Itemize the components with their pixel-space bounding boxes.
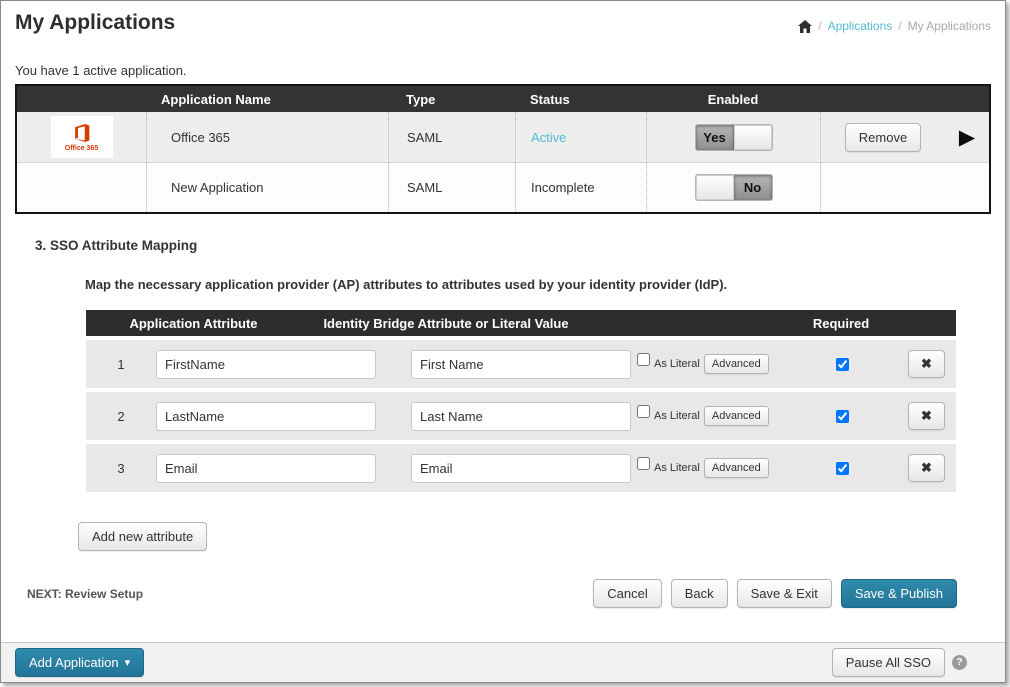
header-enabled: Enabled	[646, 86, 820, 112]
cancel-button[interactable]: Cancel	[593, 579, 661, 608]
add-application-label: Add Application	[29, 655, 119, 670]
header-type: Type	[388, 86, 515, 112]
enabled-toggle-no[interactable]: No	[695, 174, 773, 201]
office-365-logo-glyph	[71, 122, 93, 144]
help-icon[interactable]: ?	[952, 655, 967, 670]
home-icon[interactable]	[798, 20, 812, 33]
status-incomplete: Incomplete	[531, 180, 595, 195]
add-new-attribute-button[interactable]: Add new attribute	[78, 522, 207, 551]
identity-bridge-attribute-input[interactable]	[411, 402, 631, 431]
toggle-on-label: Yes	[696, 125, 734, 150]
office-365-caption: Office 365	[65, 145, 98, 152]
toggle-knob	[734, 125, 772, 150]
expand-row-icon[interactable]: ▶	[959, 127, 975, 148]
required-checkbox[interactable]	[836, 462, 849, 475]
add-application-button[interactable]: Add Application ▾	[15, 648, 144, 677]
attribute-row-1: 1 As Literal Advanced ✖	[86, 340, 956, 388]
sso-attribute-mapping-title: 3. SSO Attribute Mapping	[1, 214, 1005, 253]
identity-bridge-attribute-input[interactable]	[411, 454, 631, 483]
application-name: New Application	[146, 163, 388, 212]
delete-attribute-button[interactable]: ✖	[908, 454, 945, 482]
row-number: 1	[86, 357, 156, 372]
application-row-new-application: New Application SAML Incomplete No	[17, 162, 989, 212]
as-literal-checkbox[interactable]	[637, 457, 650, 470]
header-identity-bridge-attribute: Identity Bridge Attribute or Literal Val…	[301, 316, 591, 331]
page-header: My Applications / Applications / My Appl…	[1, 1, 1005, 35]
as-literal-label: As Literal	[654, 358, 700, 370]
as-literal-label: As Literal	[654, 410, 700, 422]
header-icon-spacer	[17, 86, 146, 112]
pause-all-sso-button[interactable]: Pause All SSO	[832, 648, 945, 677]
applications-table-header: Application Name Type Status Enabled	[17, 86, 989, 112]
application-attribute-input[interactable]	[156, 402, 376, 431]
applications-table: Application Name Type Status Enabled Off…	[15, 84, 991, 214]
attribute-row-3: 3 As Literal Advanced ✖	[86, 444, 956, 492]
as-literal-checkbox[interactable]	[637, 405, 650, 418]
toggle-off-label: No	[734, 175, 772, 200]
application-attribute-input[interactable]	[156, 350, 376, 379]
save-publish-button[interactable]: Save & Publish	[841, 579, 957, 608]
save-exit-button[interactable]: Save & Exit	[737, 579, 832, 608]
application-type: SAML	[388, 112, 515, 162]
row-number: 2	[86, 409, 156, 424]
active-application-summary: You have 1 active application.	[1, 35, 1005, 84]
breadcrumb-current: My Applications	[908, 19, 991, 33]
caret-down-icon: ▾	[125, 656, 131, 669]
application-type: SAML	[388, 163, 515, 212]
sso-attribute-mapping-description: Map the necessary application provider (…	[1, 253, 1005, 292]
as-literal-label: As Literal	[654, 462, 700, 474]
breadcrumb: / Applications / My Applications	[798, 19, 991, 33]
attribute-mapping-header: Application Attribute Identity Bridge At…	[86, 310, 956, 336]
header-required: Required	[741, 316, 941, 331]
delete-attribute-button[interactable]: ✖	[908, 350, 945, 378]
attribute-row-2: 2 As Literal Advanced ✖	[86, 392, 956, 440]
back-button[interactable]: Back	[671, 579, 728, 608]
remove-application-button[interactable]: Remove	[845, 123, 921, 152]
identity-bridge-attribute-input[interactable]	[411, 350, 631, 379]
row-number: 3	[86, 461, 156, 476]
bottom-bar: Add Application ▾ Pause All SSO ?	[1, 642, 1005, 682]
application-attribute-input[interactable]	[156, 454, 376, 483]
office-365-icon: Office 365	[51, 116, 113, 158]
advanced-button[interactable]: Advanced	[704, 354, 769, 374]
breadcrumb-separator: /	[818, 19, 821, 33]
delete-attribute-button[interactable]: ✖	[908, 402, 945, 430]
enabled-toggle-yes[interactable]: Yes	[695, 124, 773, 151]
my-applications-page: My Applications / Applications / My Appl…	[0, 0, 1006, 683]
breadcrumb-link-applications[interactable]: Applications	[828, 19, 893, 33]
header-status: Status	[515, 86, 646, 112]
header-application-name: Application Name	[146, 86, 388, 112]
as-literal-checkbox[interactable]	[637, 353, 650, 366]
toggle-knob	[696, 175, 734, 200]
attribute-mapping-table: Application Attribute Identity Bridge At…	[86, 310, 956, 492]
application-name: Office 365	[146, 112, 388, 162]
status-active: Active	[531, 130, 566, 145]
next-step-label: NEXT: Review Setup	[27, 587, 143, 601]
required-checkbox[interactable]	[836, 410, 849, 423]
breadcrumb-separator: /	[898, 19, 901, 33]
required-checkbox[interactable]	[836, 358, 849, 371]
application-row-office365: Office 365 Office 365 SAML Active Yes Re…	[17, 112, 989, 162]
page-title: My Applications	[15, 11, 175, 35]
advanced-button[interactable]: Advanced	[704, 406, 769, 426]
header-application-attribute: Application Attribute	[86, 316, 301, 331]
advanced-button[interactable]: Advanced	[704, 458, 769, 478]
